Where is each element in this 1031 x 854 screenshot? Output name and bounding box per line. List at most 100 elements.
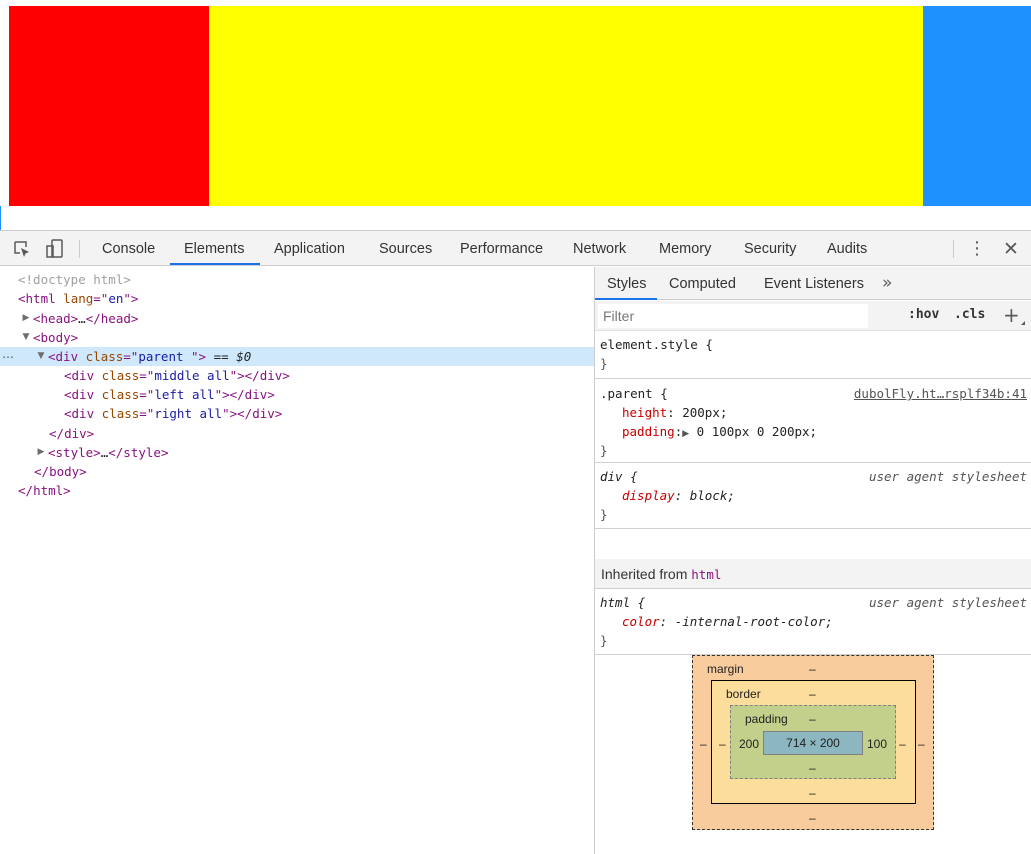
border-right-value[interactable]: –: [899, 737, 906, 751]
collapsed-ellipsis: …: [78, 311, 86, 326]
tab-styles[interactable]: Styles: [607, 267, 647, 300]
tree-node-doctype[interactable]: <!doctype html>: [0, 270, 594, 289]
tree-node-body[interactable]: ▼ <body>: [0, 328, 594, 347]
tag-name: head: [40, 311, 71, 326]
close-icon[interactable]: ✕: [1000, 238, 1022, 260]
sidebar-tabs: Styles Computed Event Listeners »: [595, 267, 1031, 300]
attr-name: lang: [63, 291, 94, 306]
border-top-value[interactable]: –: [809, 687, 816, 701]
margin-bottom-value[interactable]: –: [809, 811, 816, 825]
rule-declaration[interactable]: color: -internal-root-color;: [622, 612, 833, 631]
new-style-rule-menu-icon[interactable]: [1021, 321, 1025, 325]
tab-audits[interactable]: Audits: [827, 231, 867, 266]
rule-element-style: element.style { }: [595, 332, 1031, 379]
toolbar-separator: [79, 240, 80, 258]
doctype-text: <!doctype html>: [18, 272, 131, 287]
inherited-tag-link[interactable]: html: [691, 567, 721, 582]
tab-computed[interactable]: Computed: [669, 267, 736, 300]
tree-node-html-close[interactable]: </html>: [0, 481, 594, 500]
tag-name: head: [100, 311, 131, 326]
rule-close-brace: }: [600, 356, 608, 371]
tree-node-style[interactable]: ▶ <style>…</style>: [0, 443, 594, 462]
tag-name: div: [244, 387, 268, 402]
rule-selector[interactable]: .parent {: [600, 384, 668, 403]
tree-node-html[interactable]: <html lang="en">: [0, 289, 594, 308]
collapse-triangle-icon[interactable]: ▼: [21, 328, 31, 347]
tag-name: html: [33, 483, 64, 498]
tag-name: div: [252, 406, 275, 421]
new-style-rule-icon[interactable]: +: [1003, 303, 1020, 327]
padding-left-value[interactable]: 200: [739, 737, 759, 751]
border-bottom-value[interactable]: –: [809, 786, 816, 800]
rule-close-brace: }: [600, 507, 608, 522]
tab-sources[interactable]: Sources: [379, 231, 432, 266]
collapse-triangle-icon[interactable]: ▼: [36, 347, 46, 366]
expand-triangle-icon[interactable]: ▶: [21, 309, 31, 328]
tree-node-div-close[interactable]: </div>: [0, 424, 594, 443]
tag-name: style: [55, 445, 94, 460]
margin-top-value[interactable]: –: [809, 662, 816, 676]
tab-security[interactable]: Security: [744, 231, 796, 266]
tag-name: html: [25, 291, 56, 306]
tab-network[interactable]: Network: [573, 231, 626, 266]
border-left-value[interactable]: –: [719, 737, 726, 751]
attr-name: class: [85, 349, 124, 364]
inspect-element-icon[interactable]: [10, 237, 34, 261]
more-tabs-icon[interactable]: »: [882, 267, 892, 300]
user-agent-label: user agent stylesheet: [868, 595, 1027, 610]
page-viewport: [0, 0, 1031, 230]
margin-right-value[interactable]: –: [918, 737, 925, 751]
property-name: height: [622, 405, 668, 420]
padding-right-value[interactable]: 100: [867, 737, 887, 751]
expand-triangle-icon[interactable]: ▶: [682, 429, 689, 439]
property-name: color: [622, 614, 660, 629]
expand-triangle-icon[interactable]: ▶: [36, 443, 46, 462]
active-tab-indicator: [595, 298, 657, 300]
tab-application[interactable]: Application: [274, 231, 345, 266]
middle-div: [209, 6, 923, 206]
rule-selector[interactable]: element.style {: [600, 335, 713, 354]
tree-node-head[interactable]: ▶ <head>…</head>: [0, 309, 594, 328]
filter-input[interactable]: [598, 304, 868, 328]
node-actions-icon[interactable]: …: [2, 345, 14, 364]
margin-label: margin: [707, 662, 744, 676]
rule-source-link[interactable]: dubolFly.ht…rsplf34b:41: [854, 384, 1027, 403]
rule-selector[interactable]: div {: [600, 467, 638, 486]
margin-left-value[interactable]: –: [700, 737, 707, 751]
tab-elements[interactable]: Elements: [184, 231, 244, 266]
tag-name: style: [123, 445, 161, 460]
tree-node-parent-div[interactable]: … ▼ <div class="parent "> == $0: [0, 347, 594, 366]
toolbar-separator: [953, 240, 954, 258]
rule-declaration[interactable]: height: 200px;: [622, 403, 727, 422]
user-agent-label: user agent stylesheet: [868, 469, 1027, 484]
devtools-toolbar: Console Elements Application Sources Per…: [0, 231, 1031, 266]
rule-selector[interactable]: html {: [600, 593, 645, 612]
rule-close-brace: }: [600, 443, 608, 458]
tab-event-listeners[interactable]: Event Listeners: [764, 267, 864, 300]
box-model-content[interactable]: 714 × 200: [763, 731, 863, 755]
tag-name: div: [55, 349, 79, 364]
rule-declaration[interactable]: padding:▶ 0 100px 0 200px;: [622, 422, 817, 441]
more-options-icon[interactable]: ⋮: [966, 239, 988, 259]
tag-name: div: [71, 387, 95, 402]
tab-console[interactable]: Console: [102, 231, 155, 266]
left-div: [9, 6, 209, 206]
rule-parent: .parent { dubolFly.ht…rsplf34b:41 height…: [595, 380, 1031, 463]
padding-bottom-value[interactable]: –: [809, 761, 816, 775]
class-toggle-button[interactable]: .cls: [954, 307, 985, 322]
tab-performance[interactable]: Performance: [460, 231, 543, 266]
property-value: block;: [689, 488, 735, 503]
elements-tree: <!doctype html> <html lang="en"> ▶ <head>…: [0, 267, 594, 854]
rule-declaration[interactable]: display: block;: [622, 486, 735, 505]
tree-node-right-div[interactable]: <div class="right all"></div>: [0, 404, 594, 423]
tag-name: div: [64, 426, 87, 441]
property-value: -internal-root-color;: [674, 614, 833, 629]
hover-state-button[interactable]: :hov: [908, 307, 939, 322]
tag-name: div: [259, 368, 283, 383]
tree-node-left-div[interactable]: <div class="left all"></div>: [0, 385, 594, 404]
padding-top-value[interactable]: –: [809, 712, 816, 726]
tree-node-middle-div[interactable]: <div class="middle all"></div>: [0, 366, 594, 385]
device-toolbar-icon[interactable]: [43, 237, 67, 261]
tab-memory[interactable]: Memory: [659, 231, 711, 266]
tree-node-body-close[interactable]: </body>: [0, 462, 594, 481]
